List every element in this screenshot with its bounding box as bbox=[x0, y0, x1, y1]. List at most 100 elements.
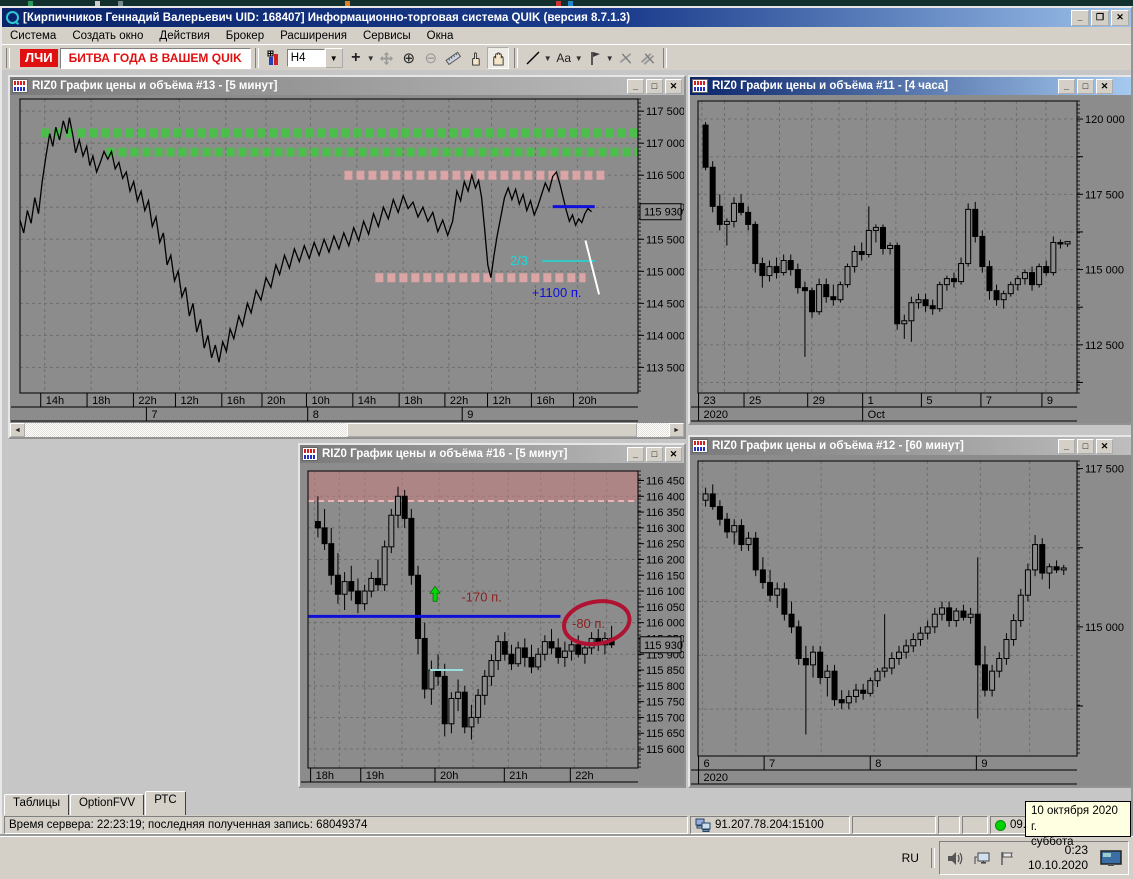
erase-object-tool-icon[interactable] bbox=[616, 48, 636, 68]
trend-line-tool-icon[interactable] bbox=[523, 48, 543, 68]
pointer-hand-icon[interactable] bbox=[465, 48, 485, 68]
close-button[interactable]: ✕ bbox=[1096, 78, 1113, 94]
svg-text:29: 29 bbox=[813, 395, 825, 407]
chart-window-13: RIZ0 График цены и объёма #13 - [5 минут… bbox=[8, 75, 686, 439]
chevron-down-icon[interactable]: ▼ bbox=[367, 54, 376, 63]
chevron-down-icon[interactable]: ▼ bbox=[606, 54, 615, 63]
interval-value[interactable]: H4 bbox=[286, 49, 325, 67]
svg-text:21h: 21h bbox=[509, 770, 527, 782]
chart-type-icon[interactable] bbox=[264, 48, 284, 68]
svg-text:115 700: 115 700 bbox=[646, 712, 684, 724]
svg-text:20h: 20h bbox=[440, 770, 458, 782]
menu-sistema[interactable]: Система bbox=[2, 29, 64, 43]
contest-banner[interactable]: БИТВА ГОДА В ВАШЕМ QUIK bbox=[59, 47, 251, 69]
svg-text:10h: 10h bbox=[311, 395, 329, 407]
svg-text:22h: 22h bbox=[138, 395, 156, 407]
maximize-button[interactable]: □ bbox=[646, 446, 663, 462]
tab-rts[interactable]: РТС bbox=[145, 791, 186, 815]
maximize-button[interactable]: ❐ bbox=[1091, 9, 1109, 26]
chart-window-icon bbox=[692, 79, 708, 93]
flag-tray-icon[interactable] bbox=[999, 851, 1016, 866]
minimize-button[interactable]: _ bbox=[627, 78, 644, 94]
toolbar-separator bbox=[254, 48, 259, 68]
svg-text:120 000: 120 000 bbox=[1085, 114, 1125, 126]
scrollbar-track[interactable] bbox=[25, 423, 669, 437]
svg-text:116 450: 116 450 bbox=[646, 475, 684, 487]
window-titlebar[interactable]: RIZ0 График цены и объёма #13 - [5 минут… bbox=[10, 77, 684, 95]
lchi-badge[interactable]: ЛЧИ bbox=[20, 49, 58, 67]
maximize-button[interactable]: □ bbox=[1077, 438, 1094, 454]
svg-text:18h: 18h bbox=[316, 770, 334, 782]
svg-text:115 000: 115 000 bbox=[1085, 265, 1124, 277]
maximize-button[interactable]: □ bbox=[1077, 78, 1094, 94]
menu-broker[interactable]: Брокер bbox=[218, 29, 272, 43]
svg-text:115 850: 115 850 bbox=[646, 665, 684, 677]
scroll-left-button[interactable]: ◄ bbox=[10, 423, 25, 437]
price-chart-13[interactable]: 2/3+1100 п.117 500117 000116 500116 0001… bbox=[10, 95, 684, 423]
zoom-out-icon[interactable]: ⊖ bbox=[421, 48, 441, 68]
tab-optionfvv[interactable]: OptionFVV bbox=[69, 794, 145, 815]
menu-windows[interactable]: Окна bbox=[419, 29, 462, 43]
interval-dropdown-button[interactable]: ▼ bbox=[324, 48, 343, 68]
app-title: [Кирпичников Геннадий Валерьевич UID: 16… bbox=[23, 11, 631, 24]
window-titlebar[interactable]: RIZ0 График цены и объёма #16 - [5 минут… bbox=[300, 445, 684, 463]
svg-text:2/3: 2/3 bbox=[510, 253, 528, 268]
maximize-button[interactable]: □ bbox=[646, 78, 663, 94]
network-connection-icon bbox=[695, 818, 711, 832]
svg-text:6: 6 bbox=[704, 758, 710, 770]
minimize-button[interactable]: _ bbox=[1071, 9, 1089, 26]
svg-text:-170 п.: -170 п. bbox=[461, 589, 501, 604]
chevron-down-icon[interactable]: ▼ bbox=[575, 54, 584, 63]
ruler-tool-icon[interactable] bbox=[443, 48, 463, 68]
language-indicator[interactable]: RU bbox=[894, 851, 927, 865]
minimize-button[interactable]: _ bbox=[1058, 438, 1075, 454]
menu-services[interactable]: Сервисы bbox=[355, 29, 419, 43]
svg-text:23: 23 bbox=[704, 395, 716, 407]
menu-create-window[interactable]: Создать окно bbox=[64, 29, 151, 43]
svg-text:18h: 18h bbox=[92, 395, 110, 407]
app-titlebar[interactable]: [Кирпичников Геннадий Валерьевич UID: 16… bbox=[2, 8, 1131, 27]
price-chart-16[interactable]: -170 п. -80 п. 116 450 116 400 116 350 116 30… bbox=[300, 463, 684, 786]
taskbar[interactable]: RU 0:23 10.10.2020 bbox=[0, 836, 1133, 879]
scrollbar-thumb[interactable] bbox=[347, 423, 637, 437]
tab-tables[interactable]: Таблицы bbox=[4, 794, 69, 815]
window-titlebar[interactable]: RIZ0 График цены и объёма #12 - [60 мину… bbox=[690, 437, 1131, 455]
svg-text:116 000: 116 000 bbox=[646, 618, 684, 630]
toolbar-grip bbox=[6, 48, 10, 68]
svg-text:20h: 20h bbox=[578, 395, 596, 407]
erase-all-tool-icon[interactable] bbox=[638, 48, 658, 68]
menu-extensions[interactable]: Расширения bbox=[272, 29, 355, 43]
status-cell-empty bbox=[852, 816, 936, 834]
marker-flag-tool-icon[interactable] bbox=[585, 48, 605, 68]
svg-text:116 500: 116 500 bbox=[646, 170, 684, 182]
minimize-button[interactable]: _ bbox=[627, 446, 644, 462]
volume-icon[interactable] bbox=[946, 851, 965, 866]
text-tool-icon[interactable]: Aa bbox=[554, 48, 574, 68]
show-desktop-icon[interactable] bbox=[1100, 849, 1122, 867]
close-button[interactable]: ✕ bbox=[1111, 9, 1129, 26]
close-button[interactable]: ✕ bbox=[665, 446, 682, 462]
crosshair-tool-icon[interactable]: + bbox=[346, 48, 366, 68]
scroll-right-button[interactable]: ► bbox=[669, 423, 684, 437]
interval-combobox[interactable]: H4 ▼ bbox=[286, 48, 343, 68]
screen: [Кирпичников Геннадий Валерьевич UID: 16… bbox=[0, 0, 1133, 879]
price-chart-12[interactable]: 117 500 115 000 6 7 8 9 2020 bbox=[690, 455, 1131, 786]
pan-tool-icon[interactable] bbox=[377, 48, 397, 68]
minimize-button[interactable]: _ bbox=[1058, 78, 1075, 94]
horizontal-scrollbar[interactable]: ◄ ► bbox=[10, 423, 684, 437]
chevron-down-icon[interactable]: ▼ bbox=[544, 54, 553, 63]
close-button[interactable]: ✕ bbox=[665, 78, 682, 94]
svg-text:115 500: 115 500 bbox=[646, 234, 684, 246]
menu-actions[interactable]: Действия bbox=[151, 29, 217, 43]
svg-text:113 500: 113 500 bbox=[646, 362, 684, 374]
window-titlebar[interactable]: RIZ0 График цены и объёма #11 - [4 часа]… bbox=[690, 77, 1131, 95]
network-tray-icon[interactable] bbox=[973, 851, 991, 866]
price-chart-11[interactable]: 120 000 117 500 115 000 112 500 23 25 29 1 5 7 9 20… bbox=[690, 95, 1131, 423]
svg-text:115 800: 115 800 bbox=[646, 681, 684, 693]
svg-text:117 500: 117 500 bbox=[1085, 189, 1124, 201]
close-button[interactable]: ✕ bbox=[1096, 438, 1113, 454]
svg-text:115 650: 115 650 bbox=[646, 728, 684, 740]
mdi-workspace: RIZ0 График цены и объёма #13 - [5 минут… bbox=[2, 70, 1131, 793]
zoom-in-icon[interactable]: ⊕ bbox=[399, 48, 419, 68]
grab-hand-icon[interactable] bbox=[486, 47, 509, 69]
